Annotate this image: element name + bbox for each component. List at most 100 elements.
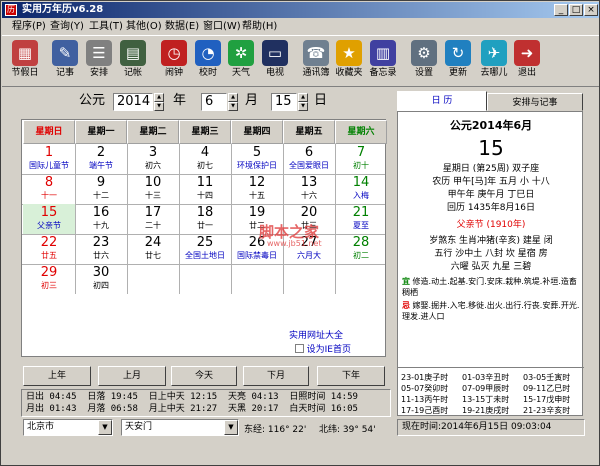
calendar-day-cell[interactable]: 16 十九: [75, 204, 127, 234]
next-month-button[interactable]: 下月: [243, 366, 309, 386]
detail-ganzhi: 甲午年 庚午月 丁巳日: [447, 190, 535, 200]
date-selector: 公元 2014 ▲ ▼ 年 6 ▲ ▼ 月 15 ▲ ▼ 日: [21, 91, 391, 113]
calendar-day-cell[interactable]: 21 夏至: [335, 204, 387, 234]
calendar-day-cell[interactable]: 18 廿一: [179, 204, 231, 234]
travel-camel-icon: ✈: [481, 40, 507, 66]
menu-tools[interactable]: 工具(T): [89, 21, 123, 33]
month-input[interactable]: 6: [201, 93, 227, 111]
memo-button[interactable]: ▥ 备忘录: [363, 40, 403, 84]
tab-calendar[interactable]: 日 历: [397, 91, 487, 111]
month-spinner[interactable]: ▲ ▼: [228, 93, 238, 111]
exit-button[interactable]: ➜ 退出: [507, 40, 547, 84]
tv-button[interactable]: ▭ 电视: [255, 40, 295, 84]
spin-up-icon[interactable]: ▲: [154, 93, 164, 102]
lunar-or-festival-label: 入梅: [353, 191, 369, 200]
spin-up-icon[interactable]: ▲: [298, 93, 308, 102]
next-year-button[interactable]: 下年: [317, 366, 385, 386]
calendar-app-icon: 历: [5, 4, 17, 16]
calendar-day-cell[interactable]: 3 初六: [127, 144, 179, 174]
lunar-or-festival-label: 初六: [145, 161, 161, 170]
minimize-button[interactable]: _: [554, 4, 568, 16]
day-detail-content: 公元2014年6月 15 星期日 (第25周) 双子座 农历 甲午[马]年 五月…: [397, 111, 584, 416]
calendar-day-cell[interactable]: 12 十五: [231, 174, 283, 204]
chevron-down-icon[interactable]: ▼: [98, 420, 112, 435]
holiday-button[interactable]: ▦ 节假日: [5, 40, 45, 84]
prev-year-button[interactable]: 上年: [23, 366, 91, 386]
calendar-day-cell[interactable]: 28 初二: [335, 234, 387, 264]
calendar-day-cell[interactable]: 30 初四: [75, 264, 127, 294]
menu-help[interactable]: 帮助(H): [242, 21, 277, 33]
update-button[interactable]: ↻ 更新: [438, 40, 478, 84]
website-directory-link[interactable]: 实用网址大全: [289, 328, 343, 341]
day-unit: 日: [314, 93, 328, 108]
calendar-day-cell[interactable]: 2 端午节: [75, 144, 127, 174]
day-number: 3: [148, 145, 158, 160]
district-select[interactable]: 天安门 ▼: [121, 419, 239, 436]
calendar-day-cell[interactable]: 25 全国土地日: [179, 234, 231, 264]
ledger-icon: ▤: [120, 40, 146, 66]
shichen-entry: 17-19己酉时: [401, 406, 449, 415]
day-input[interactable]: 15: [271, 93, 297, 111]
lunar-or-festival-label: 廿七: [145, 251, 161, 260]
detail-festival: 父亲节 (1910年): [456, 220, 526, 230]
lunar-or-festival-label: 初四: [93, 281, 109, 290]
calendar-day-cell[interactable]: 24 廿七: [127, 234, 179, 264]
calendar-day-cell[interactable]: 4 初七: [179, 144, 231, 174]
city-select[interactable]: 北京市 ▼: [23, 419, 113, 436]
tab-notes[interactable]: 安排与记事: [487, 93, 583, 111]
lunar-or-festival-label: 初三: [41, 281, 57, 290]
year-input[interactable]: 2014: [113, 93, 153, 111]
lunar-or-festival-label: 初二: [353, 251, 369, 260]
maximize-button[interactable]: □: [569, 4, 583, 16]
today-button[interactable]: 今天: [171, 366, 237, 386]
calendar-day-cell[interactable]: 10 十三: [127, 174, 179, 204]
calendar-day-cell[interactable]: 22 廿五: [23, 234, 75, 264]
chevron-down-icon[interactable]: ▼: [224, 420, 238, 435]
weekday-header: 星期六: [335, 120, 387, 144]
prev-month-button[interactable]: 上月: [98, 366, 166, 386]
spin-down-icon[interactable]: ▼: [154, 102, 164, 111]
calendar-day-cell[interactable]: 1 国际儿童节: [23, 144, 75, 174]
menu-program[interactable]: 程序(P): [12, 21, 46, 33]
spin-down-icon[interactable]: ▼: [298, 102, 308, 111]
set-homepage-checkbox[interactable]: 设为IE首页: [294, 342, 351, 355]
calendar-day-cell[interactable]: 9 十二: [75, 174, 127, 204]
calendar-day-cell[interactable]: 13 十六: [283, 174, 335, 204]
menu-data[interactable]: 数据(E): [165, 21, 199, 33]
menu-query[interactable]: 查询(Y): [50, 21, 84, 33]
calendar-day-cell[interactable]: 15 父亲节: [23, 204, 75, 234]
spin-down-icon[interactable]: ▼: [228, 102, 238, 111]
day-number: 15: [40, 205, 58, 220]
calendar-day-cell[interactable]: 11 十四: [179, 174, 231, 204]
menu-other[interactable]: 其他(O): [126, 21, 162, 33]
day-number: 29: [40, 265, 58, 280]
calendar-day-cell[interactable]: 5 环境保护日: [231, 144, 283, 174]
yi-text: 修造.动土.起基.安门.安床.栽种.筑堤.补垣.造畜稠栖: [402, 277, 577, 297]
lunar-or-festival-label: 夏至: [353, 221, 369, 230]
spin-up-icon[interactable]: ▲: [228, 93, 238, 102]
calendar-day-cell[interactable]: 7 初十: [335, 144, 387, 174]
menu-bar: 程序(P) 查询(Y) 工具(T) 其他(O) 数据(E) 窗口(W) 帮助(H…: [2, 19, 599, 35]
ji-label: 忌: [402, 301, 410, 310]
calendar-day-cell[interactable]: 17 二十: [127, 204, 179, 234]
day-number: 19: [248, 205, 266, 220]
calendar-day-cell[interactable]: 23 廿六: [75, 234, 127, 264]
calendar-day-cell[interactable]: 14 入梅: [335, 174, 387, 204]
day-spinner[interactable]: ▲ ▼: [298, 93, 308, 111]
detail-hijri: 回历 1435年8月16日: [447, 203, 535, 213]
title-bar[interactable]: 历 实用万年历v6.28 _ □ ×: [2, 2, 599, 18]
calendar-day-cell[interactable]: 6 全国爱眼日: [283, 144, 335, 174]
year-spinner[interactable]: ▲ ▼: [154, 93, 164, 111]
memo-icon: ▥: [370, 40, 396, 66]
checkbox-box[interactable]: [294, 344, 304, 353]
detail-liuyao: 六曜 弘灭 九星 三碧: [450, 262, 532, 272]
weekday-header: 星期二: [127, 120, 179, 144]
weather-icon: ✲: [228, 40, 254, 66]
day-number: 12: [248, 175, 266, 190]
close-button[interactable]: ×: [584, 4, 598, 16]
app-window: 历 实用万年历v6.28 _ □ × 程序(P) 查询(Y) 工具(T) 其他(…: [0, 0, 600, 466]
calendar-day-cell[interactable]: 29 初三: [23, 264, 75, 294]
ledger-button[interactable]: ▤ 记帐: [113, 40, 153, 84]
calendar-day-cell[interactable]: 8 十一: [23, 174, 75, 204]
menu-window[interactable]: 窗口(W): [203, 21, 241, 33]
